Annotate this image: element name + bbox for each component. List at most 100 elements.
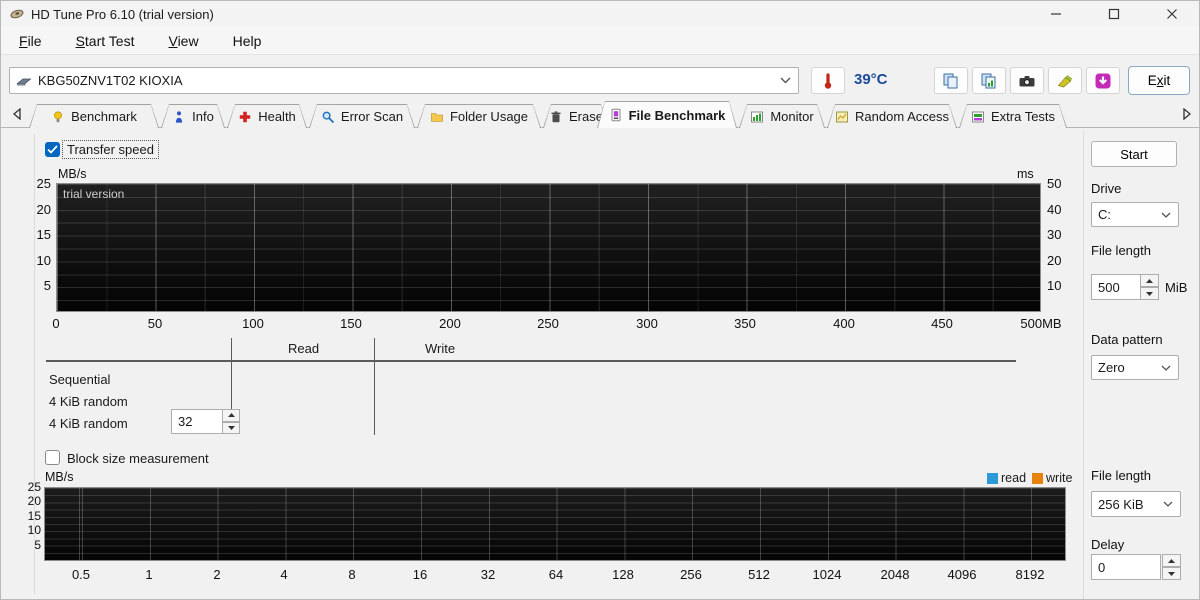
temperature-value: 39°C <box>854 71 888 88</box>
chart2-ytick: 20 <box>27 494 41 508</box>
chart2-xtick: 1024 <box>812 567 842 582</box>
tab-scroll-left-icon[interactable] <box>7 104 27 124</box>
screenshot-button[interactable] <box>1010 67 1044 94</box>
label: F <box>19 32 28 49</box>
temperature-button[interactable] <box>811 67 845 94</box>
chart1-y-right-unit: ms <box>1017 167 1034 181</box>
delay-up-button[interactable] <box>1162 554 1181 567</box>
highlight-button[interactable] <box>1048 67 1082 94</box>
file-length2-label: File length <box>1091 468 1151 483</box>
file-length-up-button[interactable] <box>1140 274 1159 287</box>
chart1-xtick: 500MB <box>1020 316 1062 331</box>
chart1-ytick: 20 <box>36 202 51 217</box>
queue-depth-value: 32 <box>178 414 193 429</box>
chart1-xtick: 200 <box>439 316 461 331</box>
data-pattern-value: Zero <box>1098 360 1125 375</box>
delay-down-button[interactable] <box>1162 567 1181 580</box>
chevron-down-icon <box>1163 501 1173 507</box>
folder-icon <box>430 110 444 124</box>
delay-label: Delay <box>1091 537 1125 552</box>
menu-start-test[interactable]: Start Test <box>66 30 145 52</box>
chart2-xtick: 8 <box>348 567 356 582</box>
tab-extra-tests[interactable]: Extra Tests <box>959 104 1067 128</box>
chart2-xtick: 8192 <box>1015 567 1045 582</box>
queue-depth-up-button[interactable] <box>222 409 240 422</box>
chart1-xtick: 350 <box>734 316 756 331</box>
block-size-label[interactable]: Block size measurement <box>63 450 213 467</box>
label: it <box>1163 73 1171 88</box>
copy-button[interactable] <box>934 67 968 94</box>
tab-file-benchmark[interactable]: File Benchmark <box>597 101 737 128</box>
queue-depth-input[interactable]: 32 <box>171 409 223 434</box>
chart2-xtick: 64 <box>548 567 564 582</box>
chevron-down-icon <box>1161 212 1171 218</box>
tab-benchmark[interactable]: Benchmark <box>29 104 159 128</box>
drive-letter-select[interactable]: C: <box>1091 202 1179 227</box>
chart2-plot <box>44 487 1066 561</box>
exit-button[interactable]: Ex it <box>1128 66 1190 95</box>
file-length-input[interactable]: 500 <box>1091 274 1141 300</box>
chart2-ytick: 10 <box>27 523 41 537</box>
tab-label: File Benchmark <box>628 107 726 123</box>
tab-scroll-right-icon[interactable] <box>1177 104 1197 124</box>
queue-depth-down-button[interactable] <box>222 421 240 434</box>
tab-label: Health <box>258 109 296 124</box>
chart2-ytick: 5 <box>34 538 41 552</box>
chart1-ytick: 10 <box>36 253 51 268</box>
tab-folder-usage[interactable]: Folder Usage <box>417 104 541 128</box>
block-file-length-select[interactable]: 256 KiB <box>1091 491 1181 517</box>
file-length-value: 500 <box>1098 279 1120 295</box>
transfer-speed-checkbox[interactable] <box>45 142 60 157</box>
label: E <box>1147 73 1157 88</box>
chart1-ytick-right: 10 <box>1047 278 1062 293</box>
tab-monitor[interactable]: Monitor <box>739 104 825 128</box>
drive-select[interactable]: KBG50ZNV1T02 KIOXIA <box>9 67 799 94</box>
table-row-4kib-random-qd: 4 KiB random <box>49 416 128 431</box>
chart1-ytick-right: 20 <box>1047 253 1062 268</box>
tab-info[interactable]: Info <box>161 104 225 128</box>
chart1-xtick: 150 <box>340 316 362 331</box>
transfer-speed-label[interactable]: Transfer speed <box>62 140 159 159</box>
file-page-icon <box>609 108 623 122</box>
drive-select-value: KBG50ZNV1T02 KIOXIA <box>38 73 183 88</box>
label: iew <box>177 32 199 49</box>
minimize-button[interactable] <box>1027 1 1085 27</box>
menu-help[interactable]: Help <box>223 30 272 52</box>
chart1-xtick: 400 <box>833 316 855 331</box>
label: V <box>168 32 178 49</box>
table-row-4kib-random: 4 KiB random <box>49 394 128 409</box>
maximize-button[interactable] <box>1085 1 1143 27</box>
chart2-xtick: 512 <box>748 567 770 582</box>
label: Help <box>232 32 262 49</box>
chart1-xtick: 250 <box>537 316 559 331</box>
thermometer-icon <box>821 72 835 90</box>
camera-icon <box>1017 73 1037 89</box>
window-title: HD Tune Pro 6.10 (trial version) <box>31 6 214 22</box>
delay-input[interactable]: 0 <box>1091 554 1161 580</box>
close-button[interactable] <box>1143 1 1199 27</box>
block-file-length-value: 256 KiB <box>1098 496 1144 512</box>
data-pattern-select[interactable]: Zero <box>1091 355 1179 380</box>
menu-file[interactable]: File <box>9 30 52 52</box>
tab-health[interactable]: Health <box>227 104 307 128</box>
file-length-down-button[interactable] <box>1140 287 1159 300</box>
tab-label: Monitor <box>770 109 814 124</box>
red-cross-icon <box>238 110 252 124</box>
tab-error-scan[interactable]: Error Scan <box>309 104 415 128</box>
copy-chart-icon <box>979 72 999 90</box>
download-button[interactable] <box>1086 67 1120 94</box>
chart2-ytick: 25 <box>27 480 41 494</box>
start-button[interactable]: Start <box>1091 141 1177 167</box>
copy-chart-button[interactable] <box>972 67 1006 94</box>
chart2-xtick: 32 <box>480 567 496 582</box>
copy-icon <box>941 72 961 90</box>
tab-random-access[interactable]: Random Access <box>827 104 957 128</box>
legend-read-swatch <box>987 473 998 484</box>
block-size-checkbox[interactable] <box>45 450 60 465</box>
legend-read-label: read <box>1001 471 1027 485</box>
trash-icon <box>549 110 563 124</box>
chart2-xtick: 16 <box>412 567 428 582</box>
chart2-xtick: 0.5 <box>71 567 91 582</box>
menu-view[interactable]: View <box>158 30 208 52</box>
chart1-xtick: 100 <box>242 316 264 331</box>
